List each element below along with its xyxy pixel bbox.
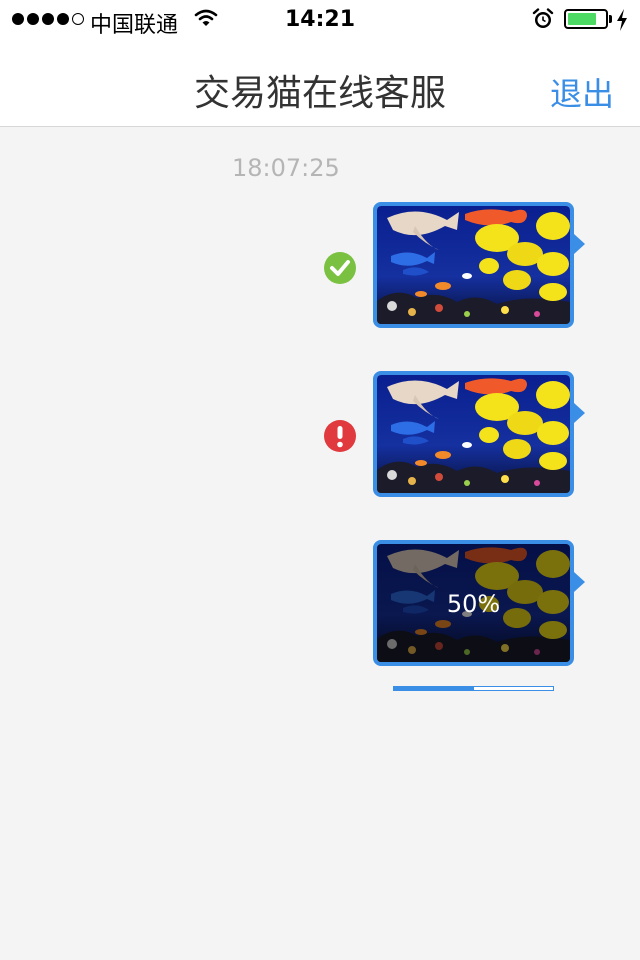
image-bubble[interactable] <box>373 202 574 328</box>
status-bar: 中国联通 14:21 <box>0 0 640 40</box>
check-circle-icon <box>324 252 356 288</box>
upload-progress-bar <box>393 686 554 691</box>
message-timestamp: 18:07:25 <box>232 154 340 182</box>
image-message-sent[interactable] <box>373 202 585 328</box>
image-message-uploading[interactable]: 50% <box>373 540 585 666</box>
alarm-icon <box>532 8 554 34</box>
upload-progress-label: 50% <box>446 590 501 618</box>
bubble-tail <box>574 234 585 254</box>
image-bubble[interactable]: 50% <box>373 540 574 666</box>
bubble-tail <box>574 403 585 423</box>
navigation-bar: 交易猫在线客服 退出 <box>0 40 640 127</box>
message-image[interactable] <box>377 375 570 493</box>
charging-bolt-icon <box>616 9 628 35</box>
message-image[interactable] <box>377 206 570 324</box>
battery-tip <box>609 15 612 23</box>
image-bubble[interactable] <box>373 371 574 497</box>
page-title: 交易猫在线客服 <box>193 73 446 114</box>
exit-button[interactable]: 退出 <box>550 69 614 115</box>
exclamation-circle-icon[interactable] <box>324 420 356 456</box>
upload-progress-fill <box>394 687 474 690</box>
bubble-tail <box>574 572 585 592</box>
battery-icon <box>564 9 608 29</box>
image-message-failed[interactable] <box>373 371 585 497</box>
